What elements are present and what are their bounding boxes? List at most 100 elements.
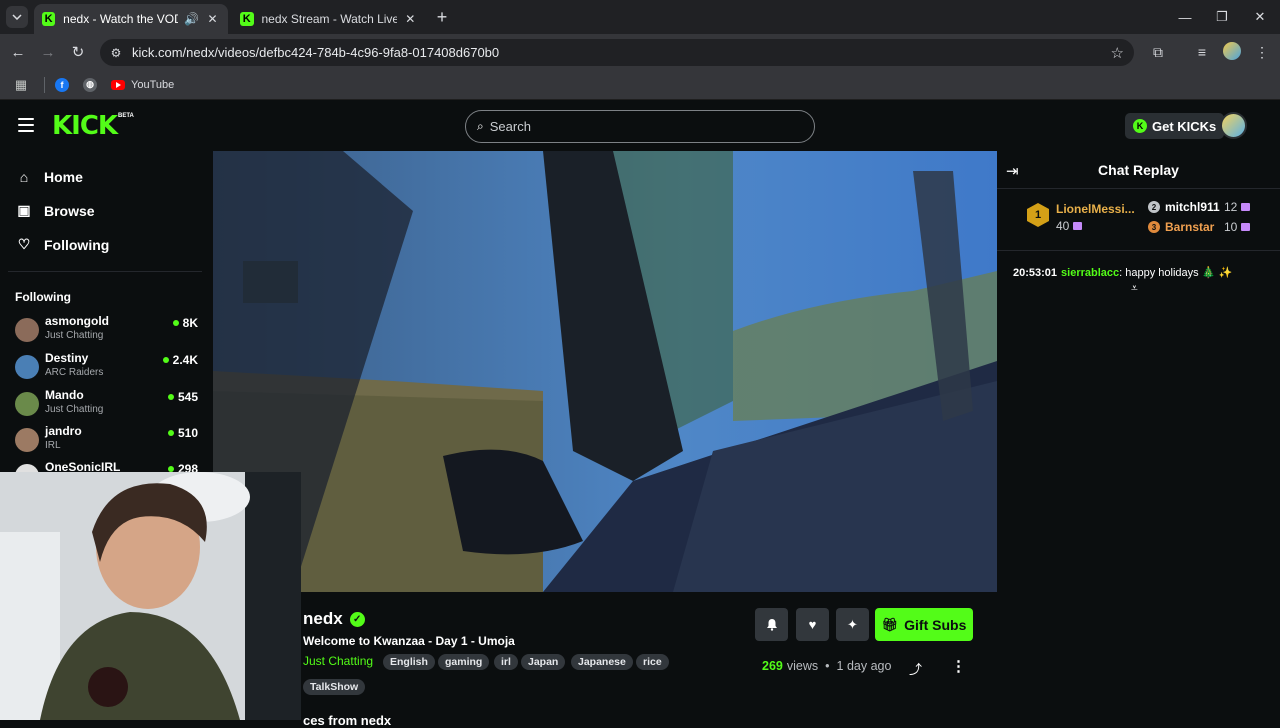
kick-favicon-icon: K (240, 12, 254, 26)
live-dot-icon (162, 357, 169, 363)
bookmarks-bar: ▦ f ◍ YouTube (0, 70, 1280, 100)
avatar (15, 428, 39, 452)
tag-chip[interactable]: rice (636, 654, 669, 670)
divider (8, 271, 202, 272)
facebook-icon[interactable]: f (55, 77, 69, 92)
gift-leaderboard: 1 LionelMessi... 40 2 mitchl911 12 3 Bar… (997, 189, 1280, 295)
viewer-count: 2.4K (162, 353, 198, 367)
user-avatar[interactable] (1220, 112, 1247, 139)
gift-icon (1073, 222, 1083, 230)
channel-name: jandro (45, 424, 82, 438)
followed-channel[interactable]: jandro IRL 510 (15, 424, 200, 456)
tab-title: nedx - Watch the VOD on Kick (63, 12, 178, 26)
minimize-icon[interactable]: — (1176, 8, 1194, 26)
browser-menu-kebab-icon[interactable]: ⋮ (1252, 42, 1272, 62)
message-username[interactable]: sierrablacc (1061, 267, 1119, 279)
apps-grid-icon[interactable]: ▦ (14, 77, 28, 92)
expand-leaderboard-icon[interactable]: ⩡ (1131, 281, 1138, 296)
notify-bell-button[interactable] (755, 608, 788, 641)
extensions-icon[interactable]: ⧉ (1148, 42, 1168, 62)
restore-icon[interactable]: ❐ (1213, 8, 1231, 26)
speaker-icon[interactable]: 🔊 (184, 11, 199, 27)
channel-name: asmongold (45, 314, 110, 328)
viewer-count: 8K (172, 316, 198, 330)
close-tab-icon[interactable]: ✕ (205, 11, 220, 27)
address-bar[interactable]: ⚙ kick.com/nedx/videos/defbc424-784b-4c9… (100, 39, 1134, 66)
avatar (15, 355, 39, 379)
follow-heart-button[interactable]: ♥ (796, 608, 829, 641)
views-count: 269 (762, 659, 783, 673)
heart-icon: ♥ (808, 617, 817, 632)
viewer-count: 545 (167, 390, 198, 404)
browser-profile-avatar[interactable] (1223, 42, 1241, 60)
forward-arrow-icon[interactable]: → (38, 42, 58, 62)
more-from-heading: ces from nedx (303, 713, 392, 728)
sidebar-item-label: Following (44, 236, 110, 253)
bookmark-youtube[interactable]: YouTube (111, 79, 174, 91)
tag-chip[interactable]: gaming (438, 654, 490, 670)
tag-chip[interactable]: English (383, 654, 435, 670)
site-info-icon[interactable]: ⚙ (108, 45, 124, 61)
beta-badge: BETA (118, 113, 134, 119)
leader-name[interactable]: LionelMessi... (1056, 202, 1135, 216)
back-arrow-icon[interactable]: ← (8, 42, 28, 62)
message-text: happy holidays 🎄 ✨ (1125, 267, 1233, 279)
tag-chip[interactable]: TalkShow (303, 679, 366, 695)
search-placeholder: Search (489, 119, 531, 134)
sidebar-item-home[interactable]: ⌂ Home (16, 169, 83, 185)
browser-tab-strip: K nedx - Watch the VOD on Kick 🔊 ✕ K ned… (0, 0, 1280, 34)
rank-3-badge-icon: 3 (1148, 221, 1160, 233)
leader-name[interactable]: mitchl911 (1165, 200, 1220, 214)
tab-title: nedx Stream - Watch Live on Kick (261, 12, 397, 26)
gift-icon (1241, 203, 1251, 211)
kicks-coin-icon: K (1133, 119, 1147, 133)
bookmark-star-icon[interactable]: ☆ (1111, 44, 1124, 62)
video-player[interactable] (213, 151, 997, 592)
tab-live[interactable]: K nedx Stream - Watch Live on Kick ✕ (232, 4, 426, 34)
video-frame (213, 151, 997, 592)
bell-icon (766, 619, 777, 631)
search-input[interactable]: ⌕ Search (465, 110, 815, 143)
sidebar-item-label: Home (44, 169, 83, 185)
rank-1-badge-icon: 1 (1027, 203, 1049, 227)
sidebar-item-following[interactable]: ♡ Following (16, 236, 110, 253)
more-options-kebab-icon[interactable]: ⋮ (951, 657, 966, 675)
avatar (15, 392, 39, 416)
avatar (15, 318, 39, 342)
tag-chip[interactable]: irl (494, 654, 518, 670)
leader-name[interactable]: Barnstar (1165, 220, 1214, 234)
meta-separator: • (825, 659, 830, 673)
posted-time: 1 day ago (836, 659, 892, 673)
reload-icon[interactable]: ↻ (68, 42, 88, 62)
tab-search-button[interactable] (6, 6, 28, 28)
media-controls-icon[interactable]: ≡ (1192, 42, 1212, 62)
kick-logo[interactable]: KICK (52, 113, 118, 139)
tag-chip[interactable]: Japanese (571, 654, 633, 670)
live-dot-icon (167, 394, 174, 400)
message-separator: : (1119, 267, 1123, 279)
close-tab-icon[interactable]: ✕ (403, 11, 418, 27)
leader-count: 40 (1056, 219, 1083, 233)
globe-icon[interactable]: ◍ (83, 77, 97, 92)
streamer-name[interactable]: nedx ✓ (303, 609, 365, 629)
get-kicks-label: Get KICKs (1152, 118, 1217, 134)
url-text[interactable]: kick.com/nedx/videos/defbc424-784b-4c96-… (132, 45, 499, 60)
tab-vod[interactable]: K nedx - Watch the VOD on Kick 🔊 ✕ (34, 4, 228, 34)
get-kicks-button[interactable]: K Get KICKs (1125, 113, 1225, 139)
followed-channel[interactable]: Destiny ARC Raiders 2.4K (15, 351, 200, 383)
followed-channel[interactable]: asmongold Just Chatting 8K (15, 314, 200, 346)
video-title: Welcome to Kwanzaa - Day 1 - Umoja (303, 634, 515, 648)
followed-channel[interactable]: Mando Just Chatting 545 (15, 388, 200, 420)
tag-chip[interactable]: Japan (521, 654, 566, 670)
sparkle-button[interactable]: ✦ (836, 608, 869, 641)
search-icon: ⌕ (477, 119, 484, 133)
hamburger-menu-icon[interactable] (18, 118, 34, 132)
gift-subs-button[interactable]: 🎁︎ Gift Subs (875, 608, 973, 641)
share-icon[interactable]: ⤴ (909, 659, 922, 678)
window-close-icon[interactable]: ✕ (1251, 8, 1269, 26)
gift-subs-label: Gift Subs (904, 616, 967, 633)
sidebar-item-browse[interactable]: ▣ Browse (16, 202, 94, 219)
category-link[interactable]: Just Chatting (303, 654, 373, 668)
channel-category: ARC Raiders (45, 367, 104, 378)
new-tab-plus-icon[interactable]: + (432, 7, 452, 27)
